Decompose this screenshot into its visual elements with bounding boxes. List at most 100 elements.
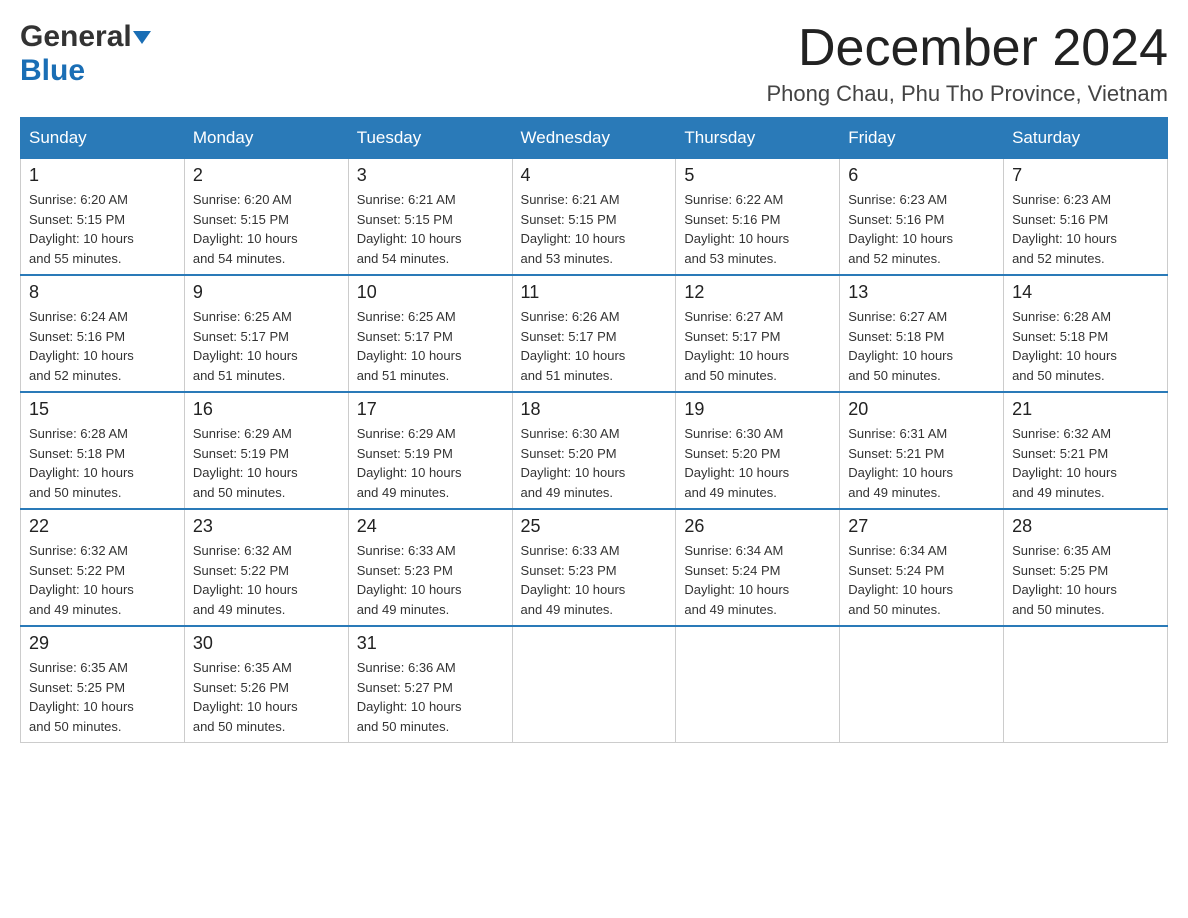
table-row: 9 Sunrise: 6:25 AM Sunset: 5:17 PM Dayli… bbox=[184, 275, 348, 392]
table-row: 20 Sunrise: 6:31 AM Sunset: 5:21 PM Dayl… bbox=[840, 392, 1004, 509]
table-row: 14 Sunrise: 6:28 AM Sunset: 5:18 PM Dayl… bbox=[1004, 275, 1168, 392]
day-number: 29 bbox=[29, 633, 176, 654]
table-row: 24 Sunrise: 6:33 AM Sunset: 5:23 PM Dayl… bbox=[348, 509, 512, 626]
day-number: 30 bbox=[193, 633, 340, 654]
table-row: 31 Sunrise: 6:36 AM Sunset: 5:27 PM Dayl… bbox=[348, 626, 512, 743]
day-number: 4 bbox=[521, 165, 668, 186]
day-number: 2 bbox=[193, 165, 340, 186]
day-info: Sunrise: 6:32 AM Sunset: 5:21 PM Dayligh… bbox=[1012, 424, 1159, 502]
day-number: 21 bbox=[1012, 399, 1159, 420]
calendar-header-row: Sunday Monday Tuesday Wednesday Thursday… bbox=[21, 118, 1168, 159]
day-number: 18 bbox=[521, 399, 668, 420]
day-number: 26 bbox=[684, 516, 831, 537]
day-info: Sunrise: 6:30 AM Sunset: 5:20 PM Dayligh… bbox=[521, 424, 668, 502]
table-row: 30 Sunrise: 6:35 AM Sunset: 5:26 PM Dayl… bbox=[184, 626, 348, 743]
table-row bbox=[676, 626, 840, 743]
table-row: 4 Sunrise: 6:21 AM Sunset: 5:15 PM Dayli… bbox=[512, 159, 676, 276]
day-number: 25 bbox=[521, 516, 668, 537]
day-info: Sunrise: 6:33 AM Sunset: 5:23 PM Dayligh… bbox=[357, 541, 504, 619]
day-number: 20 bbox=[848, 399, 995, 420]
day-info: Sunrise: 6:33 AM Sunset: 5:23 PM Dayligh… bbox=[521, 541, 668, 619]
day-info: Sunrise: 6:28 AM Sunset: 5:18 PM Dayligh… bbox=[29, 424, 176, 502]
day-number: 31 bbox=[357, 633, 504, 654]
table-row bbox=[512, 626, 676, 743]
calendar-week-row: 29 Sunrise: 6:35 AM Sunset: 5:25 PM Dayl… bbox=[21, 626, 1168, 743]
table-row: 26 Sunrise: 6:34 AM Sunset: 5:24 PM Dayl… bbox=[676, 509, 840, 626]
table-row: 19 Sunrise: 6:30 AM Sunset: 5:20 PM Dayl… bbox=[676, 392, 840, 509]
day-info: Sunrise: 6:34 AM Sunset: 5:24 PM Dayligh… bbox=[848, 541, 995, 619]
day-info: Sunrise: 6:36 AM Sunset: 5:27 PM Dayligh… bbox=[357, 658, 504, 736]
logo-general-text: General bbox=[20, 20, 132, 54]
table-row: 11 Sunrise: 6:26 AM Sunset: 5:17 PM Dayl… bbox=[512, 275, 676, 392]
day-number: 3 bbox=[357, 165, 504, 186]
table-row: 3 Sunrise: 6:21 AM Sunset: 5:15 PM Dayli… bbox=[348, 159, 512, 276]
table-row: 16 Sunrise: 6:29 AM Sunset: 5:19 PM Dayl… bbox=[184, 392, 348, 509]
table-row: 23 Sunrise: 6:32 AM Sunset: 5:22 PM Dayl… bbox=[184, 509, 348, 626]
header-friday: Friday bbox=[840, 118, 1004, 159]
day-info: Sunrise: 6:29 AM Sunset: 5:19 PM Dayligh… bbox=[193, 424, 340, 502]
day-number: 22 bbox=[29, 516, 176, 537]
table-row: 2 Sunrise: 6:20 AM Sunset: 5:15 PM Dayli… bbox=[184, 159, 348, 276]
day-info: Sunrise: 6:26 AM Sunset: 5:17 PM Dayligh… bbox=[521, 307, 668, 385]
table-row: 6 Sunrise: 6:23 AM Sunset: 5:16 PM Dayli… bbox=[840, 159, 1004, 276]
day-number: 5 bbox=[684, 165, 831, 186]
day-number: 27 bbox=[848, 516, 995, 537]
table-row: 18 Sunrise: 6:30 AM Sunset: 5:20 PM Dayl… bbox=[512, 392, 676, 509]
day-number: 13 bbox=[848, 282, 995, 303]
day-info: Sunrise: 6:25 AM Sunset: 5:17 PM Dayligh… bbox=[357, 307, 504, 385]
header-monday: Monday bbox=[184, 118, 348, 159]
day-info: Sunrise: 6:32 AM Sunset: 5:22 PM Dayligh… bbox=[29, 541, 176, 619]
logo-triangle-icon bbox=[133, 31, 151, 44]
table-row: 21 Sunrise: 6:32 AM Sunset: 5:21 PM Dayl… bbox=[1004, 392, 1168, 509]
day-number: 19 bbox=[684, 399, 831, 420]
calendar-week-row: 15 Sunrise: 6:28 AM Sunset: 5:18 PM Dayl… bbox=[21, 392, 1168, 509]
day-info: Sunrise: 6:35 AM Sunset: 5:25 PM Dayligh… bbox=[1012, 541, 1159, 619]
day-number: 8 bbox=[29, 282, 176, 303]
day-info: Sunrise: 6:23 AM Sunset: 5:16 PM Dayligh… bbox=[848, 190, 995, 268]
day-number: 11 bbox=[521, 282, 668, 303]
day-info: Sunrise: 6:35 AM Sunset: 5:25 PM Dayligh… bbox=[29, 658, 176, 736]
day-number: 10 bbox=[357, 282, 504, 303]
day-number: 1 bbox=[29, 165, 176, 186]
title-section: December 2024 Phong Chau, Phu Tho Provin… bbox=[766, 20, 1168, 107]
calendar-week-row: 22 Sunrise: 6:32 AM Sunset: 5:22 PM Dayl… bbox=[21, 509, 1168, 626]
day-number: 14 bbox=[1012, 282, 1159, 303]
day-info: Sunrise: 6:21 AM Sunset: 5:15 PM Dayligh… bbox=[521, 190, 668, 268]
table-row: 8 Sunrise: 6:24 AM Sunset: 5:16 PM Dayli… bbox=[21, 275, 185, 392]
table-row bbox=[840, 626, 1004, 743]
day-number: 12 bbox=[684, 282, 831, 303]
day-info: Sunrise: 6:25 AM Sunset: 5:17 PM Dayligh… bbox=[193, 307, 340, 385]
page-header: General Blue December 2024 Phong Chau, P… bbox=[20, 20, 1168, 107]
header-saturday: Saturday bbox=[1004, 118, 1168, 159]
day-info: Sunrise: 6:35 AM Sunset: 5:26 PM Dayligh… bbox=[193, 658, 340, 736]
table-row: 29 Sunrise: 6:35 AM Sunset: 5:25 PM Dayl… bbox=[21, 626, 185, 743]
day-info: Sunrise: 6:27 AM Sunset: 5:17 PM Dayligh… bbox=[684, 307, 831, 385]
day-info: Sunrise: 6:22 AM Sunset: 5:16 PM Dayligh… bbox=[684, 190, 831, 268]
day-info: Sunrise: 6:24 AM Sunset: 5:16 PM Dayligh… bbox=[29, 307, 176, 385]
header-thursday: Thursday bbox=[676, 118, 840, 159]
day-info: Sunrise: 6:31 AM Sunset: 5:21 PM Dayligh… bbox=[848, 424, 995, 502]
table-row: 13 Sunrise: 6:27 AM Sunset: 5:18 PM Dayl… bbox=[840, 275, 1004, 392]
calendar-table: Sunday Monday Tuesday Wednesday Thursday… bbox=[20, 117, 1168, 743]
day-info: Sunrise: 6:34 AM Sunset: 5:24 PM Dayligh… bbox=[684, 541, 831, 619]
day-info: Sunrise: 6:21 AM Sunset: 5:15 PM Dayligh… bbox=[357, 190, 504, 268]
calendar-subtitle: Phong Chau, Phu Tho Province, Vietnam bbox=[766, 81, 1168, 107]
table-row: 12 Sunrise: 6:27 AM Sunset: 5:17 PM Dayl… bbox=[676, 275, 840, 392]
day-number: 16 bbox=[193, 399, 340, 420]
calendar-title: December 2024 bbox=[766, 20, 1168, 77]
day-info: Sunrise: 6:32 AM Sunset: 5:22 PM Dayligh… bbox=[193, 541, 340, 619]
day-info: Sunrise: 6:28 AM Sunset: 5:18 PM Dayligh… bbox=[1012, 307, 1159, 385]
table-row: 25 Sunrise: 6:33 AM Sunset: 5:23 PM Dayl… bbox=[512, 509, 676, 626]
calendar-week-row: 1 Sunrise: 6:20 AM Sunset: 5:15 PM Dayli… bbox=[21, 159, 1168, 276]
table-row: 17 Sunrise: 6:29 AM Sunset: 5:19 PM Dayl… bbox=[348, 392, 512, 509]
day-info: Sunrise: 6:27 AM Sunset: 5:18 PM Dayligh… bbox=[848, 307, 995, 385]
logo-blue-text: Blue bbox=[20, 54, 85, 88]
table-row: 22 Sunrise: 6:32 AM Sunset: 5:22 PM Dayl… bbox=[21, 509, 185, 626]
table-row: 15 Sunrise: 6:28 AM Sunset: 5:18 PM Dayl… bbox=[21, 392, 185, 509]
table-row: 27 Sunrise: 6:34 AM Sunset: 5:24 PM Dayl… bbox=[840, 509, 1004, 626]
table-row: 10 Sunrise: 6:25 AM Sunset: 5:17 PM Dayl… bbox=[348, 275, 512, 392]
day-number: 17 bbox=[357, 399, 504, 420]
header-tuesday: Tuesday bbox=[348, 118, 512, 159]
day-number: 28 bbox=[1012, 516, 1159, 537]
day-info: Sunrise: 6:30 AM Sunset: 5:20 PM Dayligh… bbox=[684, 424, 831, 502]
